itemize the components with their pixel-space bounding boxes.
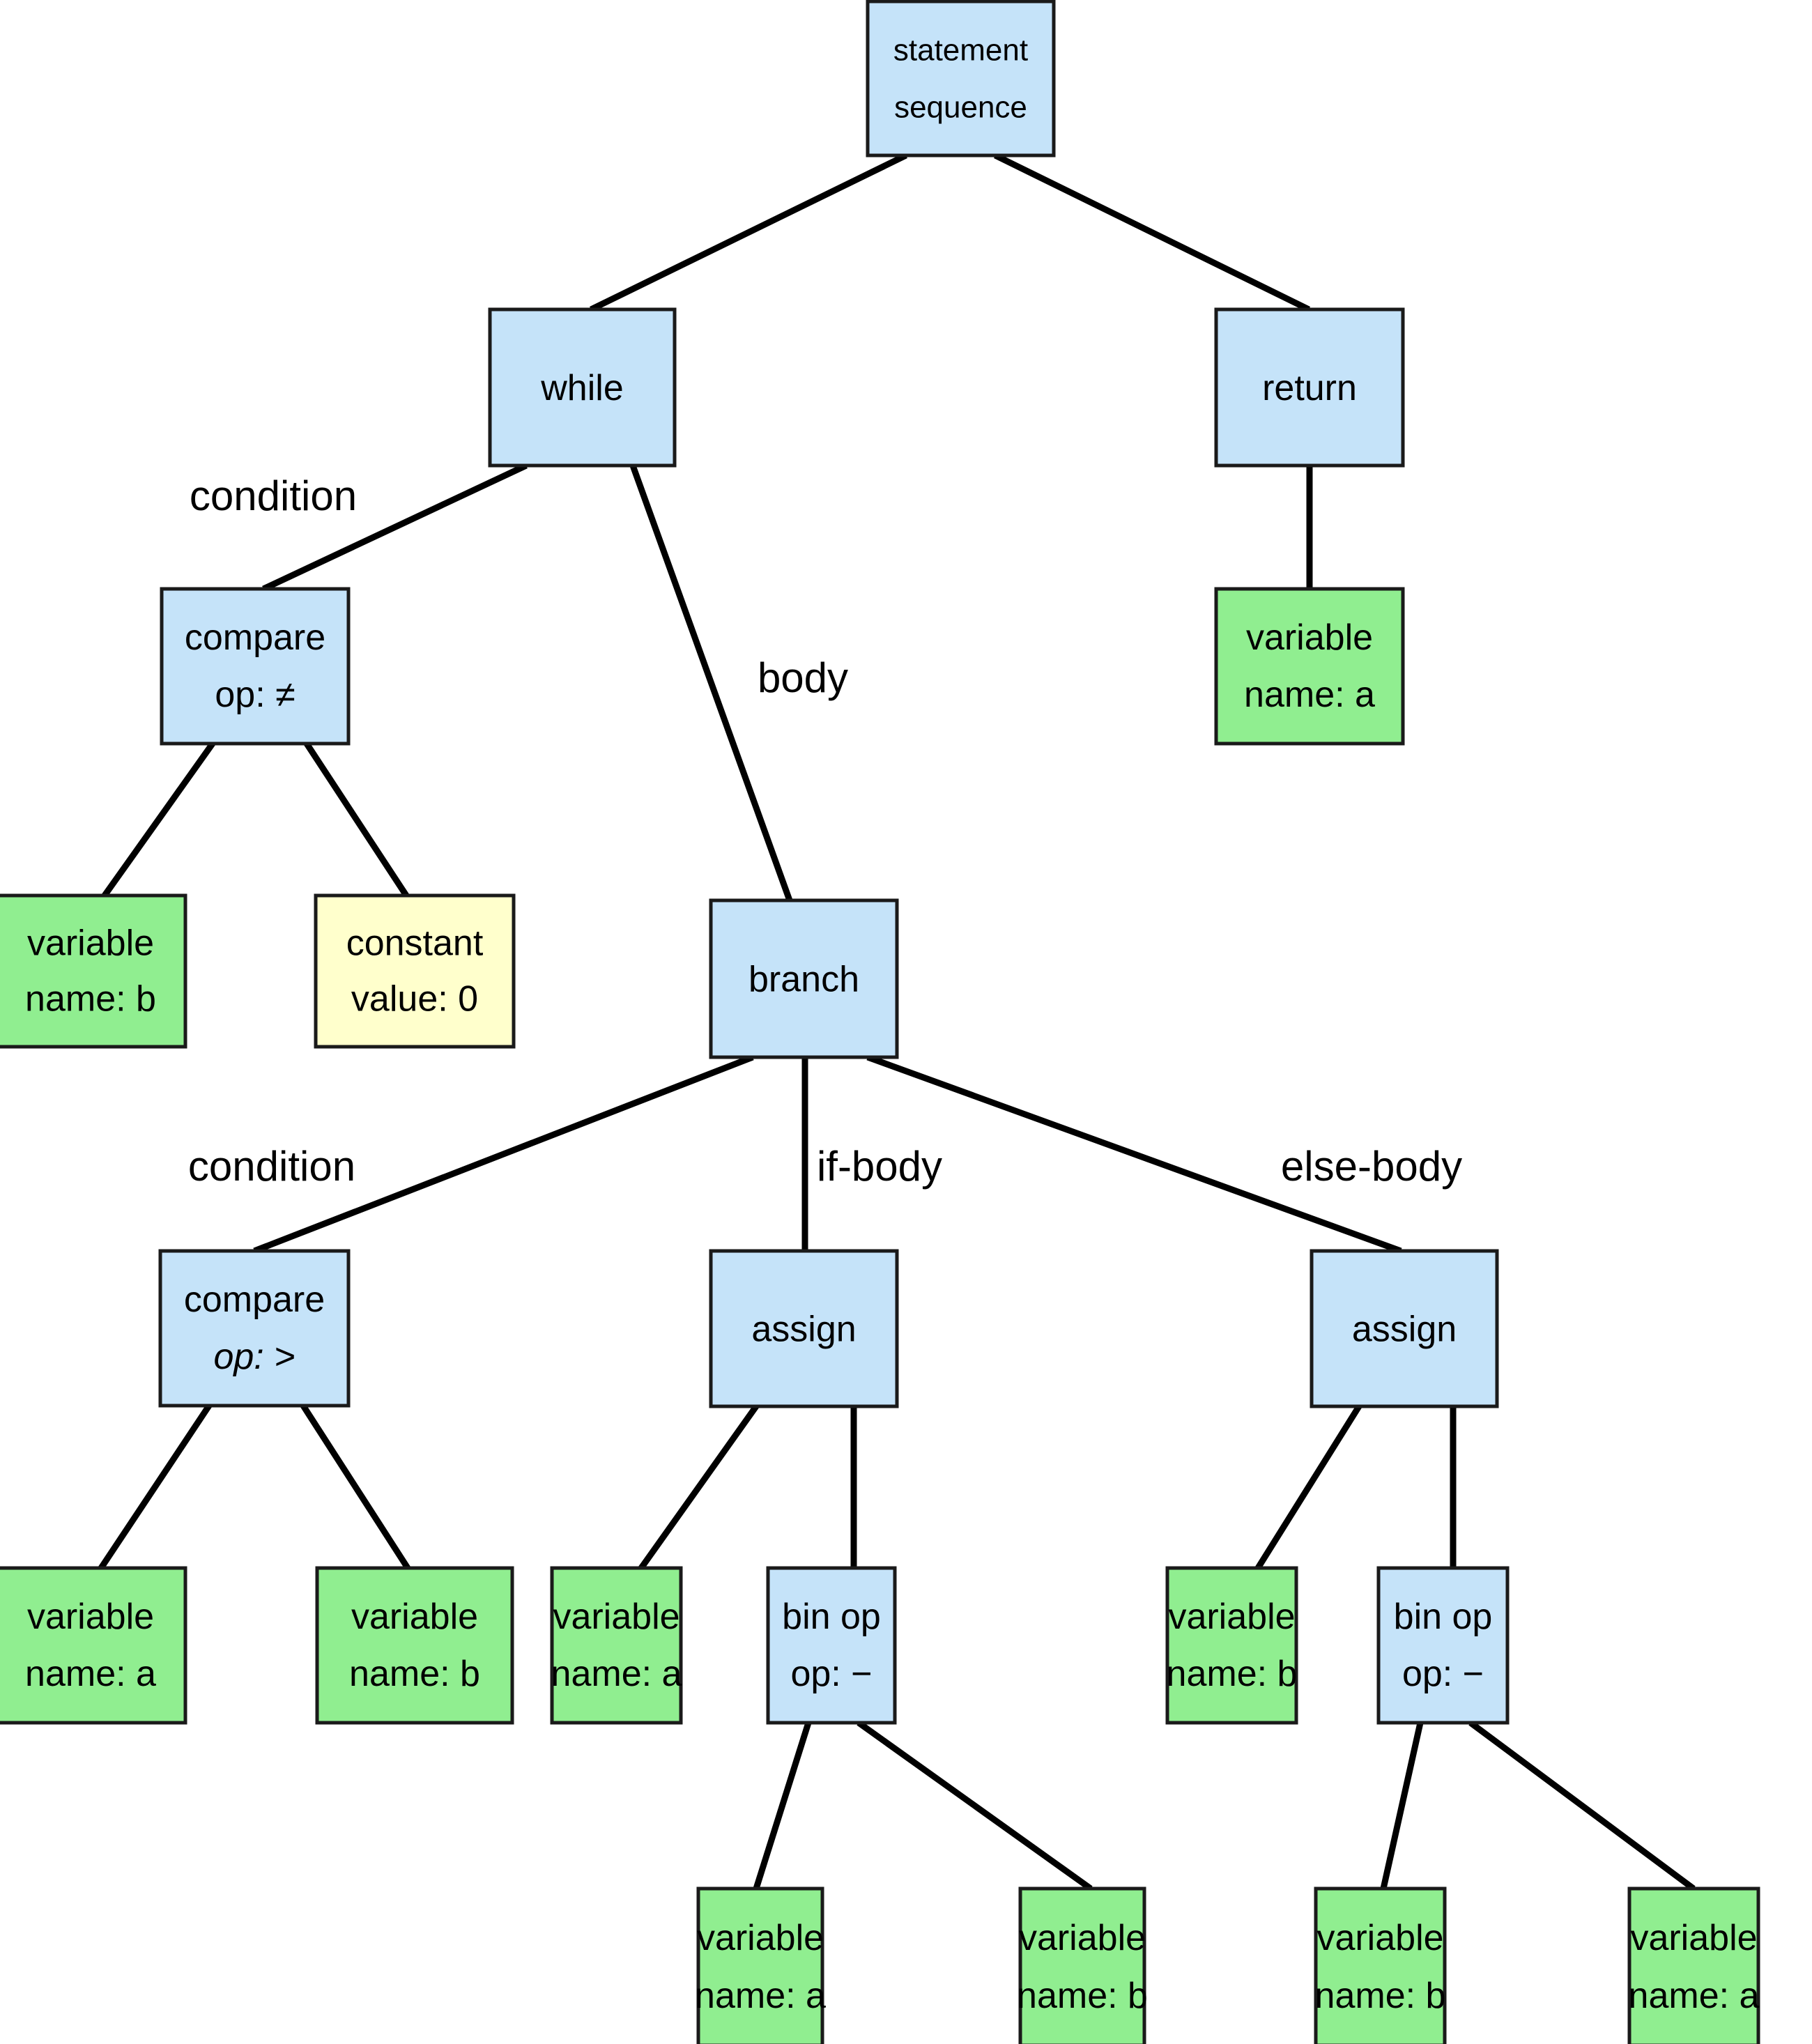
node-label-primary-assign-if-var-a: variable <box>553 1597 680 1637</box>
ast-tree-svg: statement sequence while return compare op: ≠… <box>0 0 1760 2044</box>
node-label-secondary-compare-neq: op: ≠ <box>215 675 295 715</box>
ast-node-const-0[interactable]: constant value: 0 <box>314 893 516 1049</box>
node-label-secondary-binop-else: op: − <box>1402 1654 1484 1694</box>
node-label-primary-binop-else: bin op <box>1394 1597 1493 1637</box>
node-label-secondary-assign-if-var-a: name: a <box>551 1654 682 1694</box>
ast-node-compare-gt[interactable]: compare op: > <box>158 1249 351 1408</box>
node-label-secondary-compare-gt: op: > <box>213 1337 295 1377</box>
node-label-secondary-binop-else-var-a: name: a <box>1629 1976 1760 2016</box>
ast-node-assign-if[interactable]: assign <box>709 1249 899 1408</box>
node-label-primary-assign-else-var-b: variable <box>1168 1597 1295 1637</box>
node-box-binop-if-var-a[interactable] <box>696 1887 824 2044</box>
node-label-primary-binop-if-var-b: variable <box>1019 1918 1146 1958</box>
node-label-primary-binop-else-var-b: variable <box>1316 1918 1443 1958</box>
label-while-body: body <box>758 654 848 701</box>
label-while-condition: condition <box>190 472 357 519</box>
node-label-secondary-binop-if: op: − <box>790 1654 872 1694</box>
node-box-const-0[interactable] <box>314 893 516 1049</box>
node-label-primary-var-b-cond: variable <box>27 923 154 963</box>
ast-node-binop-else-var-a[interactable]: variable name: a <box>1627 1887 1760 2044</box>
node-box-assign-if-var-a[interactable] <box>550 1566 683 1725</box>
node-label-primary-assign-if: assign <box>751 1309 856 1350</box>
node-label-primary-compare-gt: compare <box>184 1280 325 1320</box>
label-branch-elsebody: else-body <box>1281 1143 1462 1190</box>
tree-edge-compare-gt-to-cmp-var-a <box>98 1404 212 1570</box>
node-label-primary-cmp-var-b: variable <box>351 1597 478 1637</box>
node-label-primary-branch: branch <box>748 960 859 1000</box>
node-box-return-var-a[interactable] <box>1214 587 1405 746</box>
node-label-secondary-assign-else-var-b: name: b <box>1167 1654 1298 1694</box>
node-label-secondary-binop-if-var-b: name: b <box>1017 1976 1148 2016</box>
ast-node-assign-if-var-a[interactable]: variable name: a <box>550 1566 683 1725</box>
ast-node-return-var-a[interactable]: variable name: a <box>1214 587 1405 746</box>
tree-edge-binop-else-to-binop-else-var-b <box>1380 1722 1424 1889</box>
ast-node-binop-if[interactable]: bin op op: − <box>766 1566 897 1725</box>
node-label-primary-stmt-seq: statement <box>893 33 1028 68</box>
node-label-primary-binop-if-var-a: variable <box>697 1918 824 1958</box>
node-label-secondary-binop-else-var-b: name: b <box>1315 1976 1446 2016</box>
tree-edge-binop-if-to-binop-if-var-b <box>857 1720 1093 1891</box>
ast-node-assign-else-var-b[interactable]: variable name: b <box>1165 1566 1298 1725</box>
node-label-secondary-cmp-var-a: name: a <box>25 1654 156 1694</box>
edge-labels-layer: condition body condition if-body else-body <box>188 472 1462 1190</box>
node-box-binop-else-var-a[interactable] <box>1627 1887 1760 2044</box>
node-box-binop-else-var-b[interactable] <box>1314 1887 1447 2044</box>
node-label-primary-return-var-a: variable <box>1246 617 1373 658</box>
node-label-primary-assign-else: assign <box>1352 1309 1457 1350</box>
node-label-secondary-const-0: value: 0 <box>351 979 478 1020</box>
ast-diagram-canvas: statement sequence while return compare op: ≠… <box>0 0 1812 2044</box>
tree-edge-binop-else-to-binop-else-var-a <box>1468 1720 1696 1891</box>
node-box-stmt-seq[interactable] <box>866 0 1056 157</box>
ast-node-branch[interactable]: branch <box>709 898 899 1059</box>
node-box-compare-neq[interactable] <box>160 587 351 746</box>
tree-edge-assign-else-to-assign-else-var-b <box>1255 1404 1362 1570</box>
node-label-primary-while: while <box>540 368 624 408</box>
ast-node-assign-else[interactable]: assign <box>1310 1249 1499 1408</box>
ast-node-binop-if-var-a[interactable]: variable name: a <box>695 1887 826 2044</box>
ast-node-cmp-var-a[interactable]: variable name: a <box>0 1566 187 1725</box>
ast-node-cmp-var-b[interactable]: variable name: b <box>315 1566 514 1725</box>
label-branch-condition: condition <box>188 1143 355 1190</box>
node-box-cmp-var-a[interactable] <box>0 1566 187 1725</box>
node-box-compare-gt[interactable] <box>158 1249 351 1408</box>
ast-node-compare-neq[interactable]: compare op: ≠ <box>160 587 351 746</box>
tree-edge-assign-if-to-assign-if-var-a <box>638 1404 759 1570</box>
ast-node-binop-if-var-b[interactable]: variable name: b <box>1017 1887 1148 2044</box>
tree-edge-stmt-seq-to-return <box>994 152 1310 313</box>
node-label-primary-const-0: constant <box>346 923 484 963</box>
node-label-secondary-binop-if-var-a: name: a <box>695 1976 826 2016</box>
ast-node-var-b-cond[interactable]: variable name: b <box>0 893 187 1049</box>
node-box-binop-if-var-b[interactable] <box>1018 1887 1146 2044</box>
ast-node-binop-else[interactable]: bin op op: − <box>1376 1566 1510 1725</box>
tree-edge-binop-if-to-binop-if-var-a <box>753 1721 812 1890</box>
ast-node-return[interactable]: return <box>1214 307 1405 468</box>
ast-node-binop-else-var-b[interactable]: variable name: b <box>1314 1887 1447 2044</box>
node-label-secondary-stmt-seq: sequence <box>894 90 1027 124</box>
node-box-binop-if[interactable] <box>766 1566 897 1725</box>
ast-node-stmt-seq[interactable]: statement sequence <box>866 0 1056 157</box>
tree-edge-compare-neq-to-var-b-cond <box>102 741 215 898</box>
node-label-primary-compare-neq: compare <box>185 617 325 658</box>
node-label-primary-cmp-var-a: variable <box>27 1597 154 1637</box>
node-box-assign-else-var-b[interactable] <box>1165 1566 1298 1725</box>
node-label-secondary-return-var-a: name: a <box>1244 675 1375 715</box>
label-branch-ifbody: if-body <box>817 1143 942 1190</box>
node-label-secondary-var-b-cond: name: b <box>25 979 156 1020</box>
tree-edge-stmt-seq-to-while <box>590 152 907 313</box>
tree-edge-compare-neq-to-const-0 <box>304 741 409 898</box>
node-box-binop-else[interactable] <box>1376 1566 1510 1725</box>
node-label-primary-binop-else-var-a: variable <box>1630 1918 1757 1958</box>
node-box-var-b-cond[interactable] <box>0 893 187 1049</box>
node-label-primary-return: return <box>1262 368 1357 408</box>
node-box-cmp-var-b[interactable] <box>315 1566 514 1725</box>
node-label-secondary-cmp-var-b: name: b <box>349 1654 480 1694</box>
node-label-primary-binop-if: bin op <box>782 1597 881 1637</box>
tree-edge-compare-gt-to-cmp-var-b <box>300 1404 410 1570</box>
ast-node-while[interactable]: while <box>488 307 677 468</box>
